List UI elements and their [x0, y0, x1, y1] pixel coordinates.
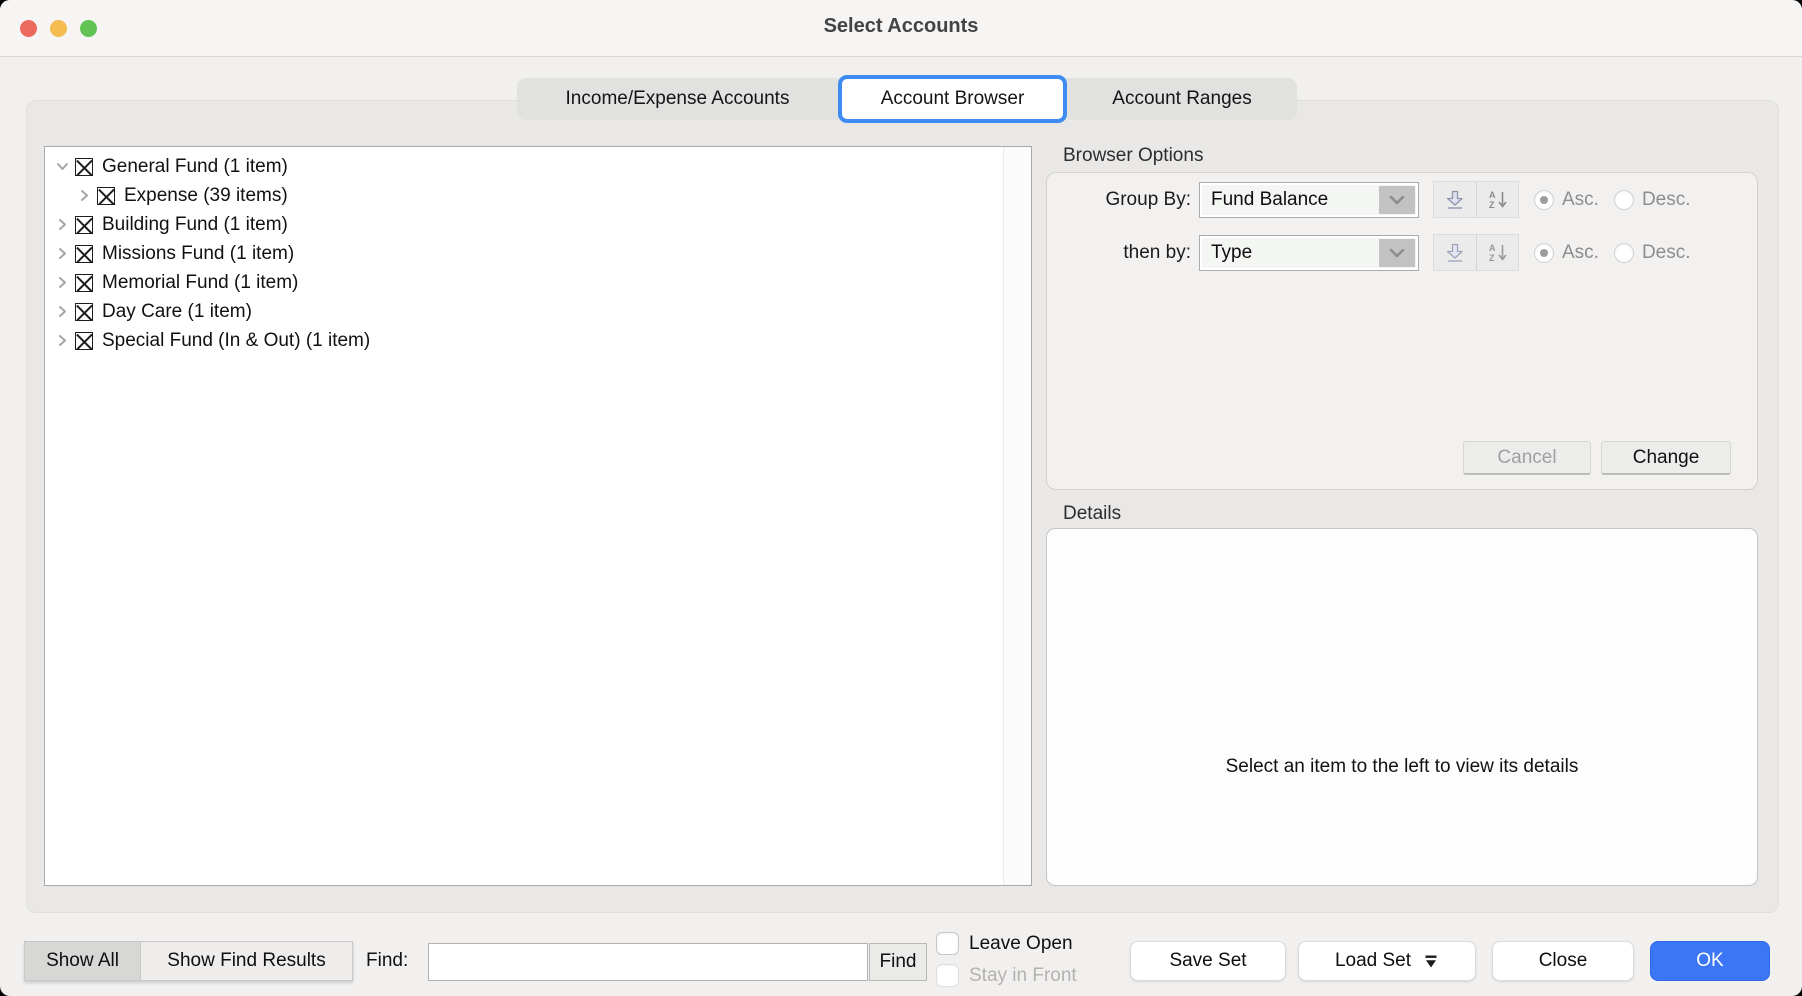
browser-options-box: Group By: Fund Balance A Z	[1046, 172, 1758, 490]
then-by-label: then by:	[1047, 242, 1199, 264]
account-tree: General Fund (1 item) Expense (39 items)…	[45, 152, 1001, 355]
desc-label: Desc.	[1642, 242, 1691, 264]
tree-item-label: Missions Fund (1 item)	[102, 243, 294, 265]
details-title: Details	[1063, 503, 1121, 525]
radio-unselected-icon[interactable]	[1614, 190, 1634, 210]
load-set-label: Load Set	[1335, 950, 1411, 972]
browser-options-title: Browser Options	[1063, 145, 1203, 167]
svg-text:Z: Z	[1489, 253, 1495, 263]
tree-item-label: Expense (39 items)	[124, 185, 288, 207]
tree-row[interactable]: Expense (39 items)	[45, 181, 1001, 210]
tab-income-expense-accounts[interactable]: Income/Expense Accounts	[517, 78, 838, 120]
then-by-value: Type	[1200, 242, 1252, 264]
tree-item-label: Memorial Fund (1 item)	[102, 272, 298, 294]
tree-row[interactable]: Building Fund (1 item)	[45, 210, 1001, 239]
checkbox-mixed-icon[interactable]	[75, 303, 93, 321]
tree-row[interactable]: Memorial Fund (1 item)	[45, 268, 1001, 297]
asc-label: Asc.	[1562, 189, 1599, 211]
tree-row[interactable]: Special Fund (In & Out) (1 item)	[45, 326, 1001, 355]
chevron-down-icon[interactable]	[1379, 186, 1415, 214]
show-all-button[interactable]: Show All	[25, 942, 140, 980]
then-by-row: then by: Type A Z	[1047, 234, 1691, 271]
svg-text:A: A	[1489, 243, 1496, 253]
group-by-select[interactable]: Fund Balance	[1199, 182, 1419, 218]
tab-account-browser[interactable]: Account Browser	[838, 75, 1067, 123]
group-by-asc-radio[interactable]: Asc.	[1534, 189, 1599, 211]
asc-label: Asc.	[1562, 242, 1599, 264]
sort-buttons: A Z	[1433, 181, 1519, 218]
sort-buttons: A Z	[1433, 234, 1519, 271]
chevron-right-icon[interactable]	[55, 275, 70, 290]
stay-in-front-label: Stay in Front	[969, 965, 1077, 987]
group-by-value: Fund Balance	[1200, 189, 1328, 211]
show-find-results-button[interactable]: Show Find Results	[140, 942, 352, 980]
svg-text:Z: Z	[1489, 200, 1495, 210]
tree-item-label: Special Fund (In & Out) (1 item)	[102, 330, 370, 352]
stay-in-front-option: Stay in Front	[936, 964, 1077, 987]
chevron-right-icon[interactable]	[55, 304, 70, 319]
then-by-asc-radio[interactable]: Asc.	[1534, 242, 1599, 264]
then-by-select[interactable]: Type	[1199, 235, 1419, 271]
change-button[interactable]: Change	[1601, 441, 1731, 475]
close-button[interactable]: Close	[1492, 941, 1634, 981]
tree-item-label: General Fund (1 item)	[102, 156, 288, 178]
desc-label: Desc.	[1642, 189, 1691, 211]
tab-bar: Income/Expense Accounts Account Browser …	[517, 78, 1297, 120]
chevron-right-icon[interactable]	[55, 217, 70, 232]
load-set-button[interactable]: Load Set	[1298, 941, 1476, 981]
sort-az-icon[interactable]: A Z	[1476, 235, 1518, 270]
tab-account-ranges[interactable]: Account Ranges	[1067, 78, 1297, 120]
tree-row[interactable]: Missions Fund (1 item)	[45, 239, 1001, 268]
details-box: Select an item to the left to view its d…	[1046, 528, 1758, 886]
title-bar: Select Accounts	[0, 0, 1802, 57]
chevron-down-icon[interactable]	[55, 159, 70, 174]
find-input[interactable]	[428, 943, 868, 981]
select-accounts-dialog: Select Accounts Income/Expense Accounts …	[0, 0, 1802, 996]
account-tree-panel: General Fund (1 item) Expense (39 items)…	[44, 146, 1032, 886]
move-down-icon[interactable]	[1434, 182, 1476, 217]
checkbox-mixed-icon[interactable]	[75, 245, 93, 263]
chevron-down-icon[interactable]	[1379, 239, 1415, 267]
then-by-desc-radio[interactable]: Desc.	[1614, 242, 1691, 264]
cancel-button[interactable]: Cancel	[1463, 441, 1591, 475]
tree-item-label: Building Fund (1 item)	[102, 214, 288, 236]
group-by-row: Group By: Fund Balance A Z	[1047, 181, 1691, 218]
move-down-icon[interactable]	[1434, 235, 1476, 270]
radio-selected-icon[interactable]	[1534, 190, 1554, 210]
svg-text:A: A	[1489, 190, 1496, 200]
checkbox-mixed-icon[interactable]	[75, 332, 93, 350]
tree-scrollbar[interactable]	[1003, 147, 1031, 885]
save-set-button[interactable]: Save Set	[1130, 941, 1286, 981]
checkbox-mixed-icon[interactable]	[75, 158, 93, 176]
checkbox-unchecked-icon[interactable]	[936, 932, 959, 955]
tree-row[interactable]: General Fund (1 item)	[45, 152, 1001, 181]
load-set-menu-icon	[1423, 954, 1439, 969]
show-mode-segmented-control: Show All Show Find Results	[24, 941, 353, 981]
checkbox-mixed-icon[interactable]	[97, 187, 115, 205]
sort-az-icon[interactable]: A Z	[1476, 182, 1518, 217]
find-button[interactable]: Find	[869, 943, 927, 981]
chevron-right-icon[interactable]	[55, 333, 70, 348]
leave-open-label: Leave Open	[969, 933, 1073, 955]
details-empty-message: Select an item to the left to view its d…	[1226, 756, 1579, 778]
radio-selected-icon[interactable]	[1534, 243, 1554, 263]
chevron-right-icon[interactable]	[77, 188, 92, 203]
find-label: Find:	[366, 950, 408, 972]
leave-open-option[interactable]: Leave Open	[936, 932, 1073, 955]
group-by-desc-radio[interactable]: Desc.	[1614, 189, 1691, 211]
group-by-label: Group By:	[1047, 189, 1199, 211]
checkbox-unchecked-icon	[936, 964, 959, 987]
window-title: Select Accounts	[0, 15, 1802, 38]
ok-button[interactable]: OK	[1650, 941, 1770, 981]
checkbox-mixed-icon[interactable]	[75, 216, 93, 234]
chevron-right-icon[interactable]	[55, 246, 70, 261]
radio-unselected-icon[interactable]	[1614, 243, 1634, 263]
tree-item-label: Day Care (1 item)	[102, 301, 252, 323]
checkbox-mixed-icon[interactable]	[75, 274, 93, 292]
tree-row[interactable]: Day Care (1 item)	[45, 297, 1001, 326]
